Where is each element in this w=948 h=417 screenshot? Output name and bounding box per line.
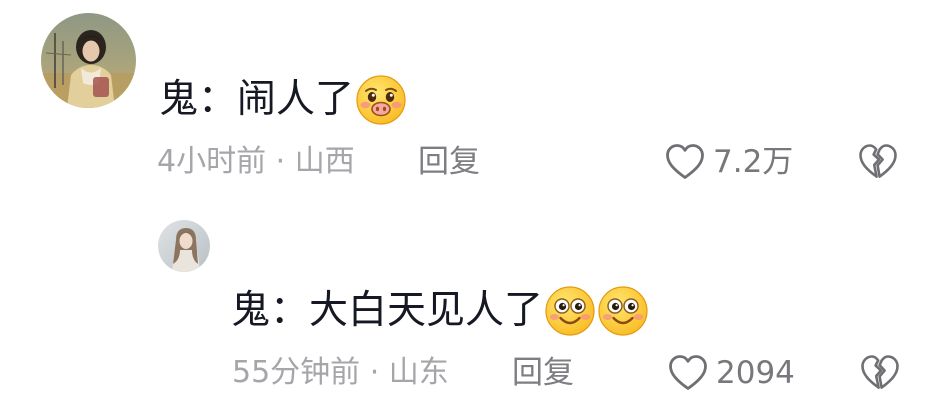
comment-content: 鬼：闹人了 [159, 73, 407, 127]
broken-heart-icon [861, 355, 899, 389]
reply-meta: 55分钟前 · 山东 [232, 355, 449, 390]
like-count: 2094 [716, 355, 795, 391]
dislike-button[interactable] [858, 143, 898, 181]
like-count: 7.2万 [713, 144, 794, 180]
broken-heart-icon [859, 144, 897, 178]
reply-avatar[interactable] [158, 220, 210, 272]
reply-content: 鬼：大白天见人了 [231, 284, 649, 338]
like-button[interactable]: 2094 [668, 352, 795, 394]
shy-face-emoji-icon [355, 74, 407, 126]
comment-meta: 4小时前 · 山西 [157, 144, 355, 179]
like-button[interactable]: 7.2万 [665, 141, 793, 183]
heart-outline-icon [665, 143, 705, 181]
reply-text: 鬼：大白天见人了 [231, 288, 544, 333]
smiling-face-emoji-icon [597, 285, 649, 337]
reply-button[interactable]: 回复 [418, 142, 480, 182]
avatar-photo [158, 220, 210, 272]
heart-outline-icon [668, 354, 708, 392]
comment-text: 鬼：闹人了 [159, 77, 355, 122]
avatar-photo [41, 13, 136, 108]
dislike-button[interactable] [860, 354, 900, 392]
reply-button[interactable]: 回复 [512, 353, 574, 393]
comment-avatar[interactable] [41, 13, 136, 108]
smiling-face-emoji-icon [544, 285, 596, 337]
